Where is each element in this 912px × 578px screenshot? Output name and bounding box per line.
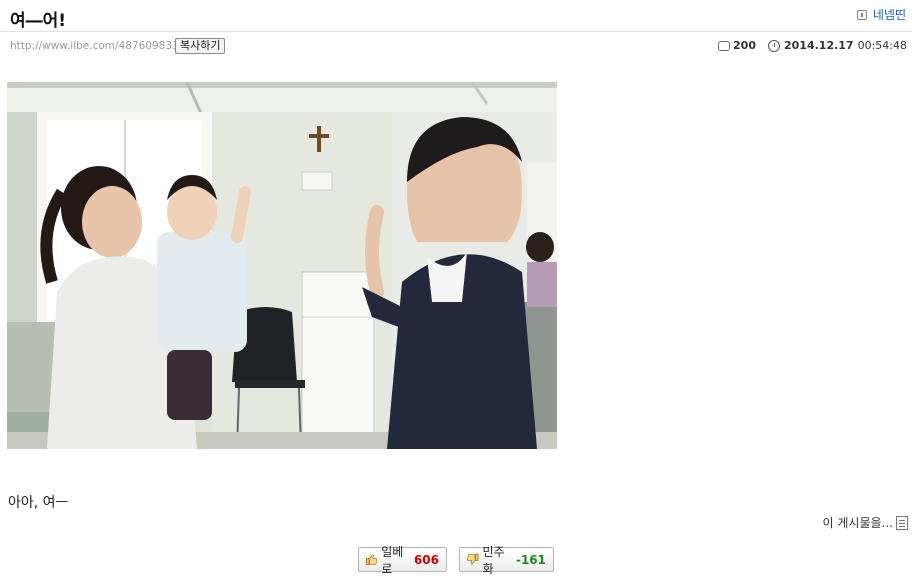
post-body: 아아, 여ㅡ: [8, 495, 69, 511]
downvote-count: -161: [515, 552, 546, 567]
downvote-button[interactable]: 민주화 -161: [459, 545, 554, 576]
report-label[interactable]: 이 게시물을...: [823, 514, 893, 531]
thumbs-down-icon: [467, 553, 479, 565]
copy-url-button[interactable]: 복사하기: [175, 38, 226, 54]
upvote-button[interactable]: 일베로 606: [358, 545, 447, 576]
comment-count: 200: [733, 39, 756, 52]
author-name[interactable]: 네넴띤: [873, 6, 906, 23]
post-meta: http://www.ilbe.com/4876098336 복사하기 200 …: [0, 37, 912, 57]
thumbs-up-icon: [366, 554, 378, 566]
post-time: 00:54:48: [857, 39, 907, 52]
report-link[interactable]: 이 게시물을...: [823, 514, 908, 531]
downvote-label: 민주화: [482, 544, 505, 576]
clock-icon: [768, 39, 780, 52]
comment-bubble-icon: [718, 40, 731, 51]
post-title: 여―어!: [10, 11, 67, 31]
document-icon[interactable]: [896, 515, 908, 530]
hospital-photo-illustration: [7, 82, 557, 449]
post-url: http://www.ilbe.com/4876098336: [10, 40, 186, 52]
post-header: 여―어! 네넴띤: [0, 0, 912, 32]
post-stats: 200 2014.12.17 00:54:48: [718, 39, 907, 52]
author-link[interactable]: 네넴띤: [856, 6, 906, 23]
post-image: [7, 82, 557, 449]
upvote-count: 606: [413, 552, 439, 567]
user-info-icon: [856, 9, 867, 20]
upvote-label: 일베로: [381, 544, 404, 576]
post-date: 2014.12.17: [784, 39, 854, 52]
